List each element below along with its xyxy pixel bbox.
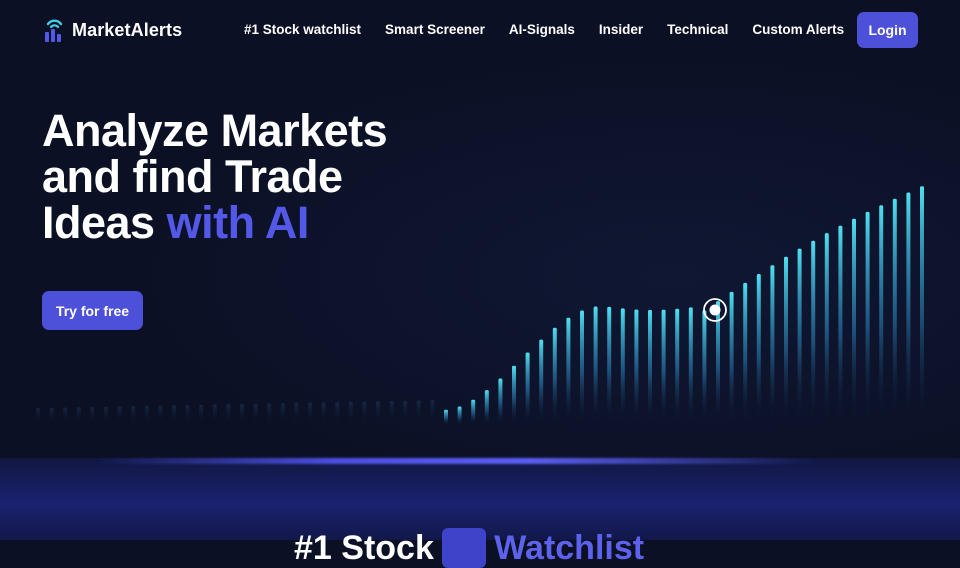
chart-bar	[253, 403, 258, 425]
chart-bar	[49, 407, 54, 425]
chart-bar	[199, 404, 204, 425]
brand-logo[interactable]: MarketAlerts	[44, 17, 182, 43]
chart-bar	[552, 327, 557, 425]
chart-bar	[90, 407, 95, 425]
nav-item-ai-signals[interactable]: AI-Signals	[509, 22, 575, 37]
chart-bar	[457, 406, 462, 425]
chart-bar	[172, 405, 176, 425]
chart-bar	[185, 405, 190, 425]
chart-bar	[661, 309, 666, 425]
login-button[interactable]: Login	[857, 12, 918, 48]
chart-bar	[620, 308, 625, 425]
chart-bar	[403, 400, 408, 425]
section-heading-part-1: #1 Stock	[294, 529, 434, 567]
chart-bar	[76, 407, 81, 425]
nav-item-custom-alerts[interactable]: Custom Alerts	[752, 22, 844, 37]
chart-bar	[770, 265, 775, 425]
chart-bar	[267, 403, 272, 425]
nav-item-smart-screener[interactable]: Smart Screener	[385, 22, 485, 37]
chart-bar	[348, 401, 353, 425]
signal-chart-icon	[44, 17, 64, 43]
chart-bar	[376, 401, 380, 425]
chart-bar	[362, 401, 367, 425]
chart-bar	[702, 310, 707, 425]
chart-bar	[892, 198, 897, 425]
chart-bar	[852, 218, 856, 425]
chart-bar	[389, 401, 394, 425]
chart-bar	[416, 400, 421, 425]
chart-bar	[321, 402, 326, 425]
chart-bar	[117, 406, 122, 425]
chart-bar	[824, 233, 829, 425]
chart-bar	[865, 211, 870, 425]
chart-bar	[811, 240, 816, 425]
chart-bar	[36, 408, 40, 425]
chart-bar	[131, 406, 136, 425]
headline-line-1: Analyze Markets	[42, 105, 388, 156]
chart-bar	[879, 205, 884, 425]
chart-bar	[444, 409, 448, 425]
chart-bar	[566, 317, 571, 425]
chart-marker	[703, 298, 727, 322]
section-heading: #1 Stock...Watchlist	[294, 528, 644, 568]
chart-bar	[335, 402, 340, 425]
chart-bar	[525, 352, 530, 425]
chart-bar	[512, 365, 516, 425]
nav-item-stock-watchlist[interactable]: #1 Stock watchlist	[244, 22, 361, 37]
chart-bar	[920, 186, 924, 425]
chart-bar	[756, 274, 761, 425]
chart-bar	[743, 282, 748, 425]
chart-bar	[797, 248, 802, 425]
chart-bar	[838, 225, 843, 425]
chart-bar	[648, 310, 652, 425]
chart-bar	[539, 339, 544, 425]
chart-bar	[471, 399, 476, 425]
brand-name: MarketAlerts	[72, 19, 183, 40]
chart-bar	[280, 403, 285, 425]
chart-bar	[430, 400, 435, 425]
hero-bar-chart	[36, 186, 924, 425]
chart-bar	[784, 256, 788, 425]
chart-bar	[144, 405, 149, 425]
chart-bar	[63, 407, 68, 425]
chart-bar	[634, 309, 639, 425]
nav-item-insider[interactable]: Insider	[599, 22, 643, 37]
chart-bar	[308, 402, 312, 425]
nav-item-technical[interactable]: Technical	[667, 22, 728, 37]
top-nav: MarketAlerts #1 Stock watchlist Smart Sc…	[0, 0, 960, 60]
chart-bar	[240, 404, 244, 425]
chart-bar	[675, 308, 680, 425]
chart-bar	[158, 405, 163, 425]
section-heading-part-3: Watchlist	[494, 529, 645, 567]
chart-bar	[688, 307, 693, 425]
chart-bar	[212, 404, 217, 425]
chart-bar	[226, 404, 231, 425]
nav-links: #1 Stock watchlist Smart Screener AI-Sig…	[244, 22, 868, 37]
chart-bar	[498, 378, 503, 425]
chart-bar	[484, 390, 489, 425]
chart-bar	[607, 306, 612, 425]
section-heading-badge: ...	[441, 528, 487, 568]
chart-bar	[104, 406, 108, 425]
chart-bar	[729, 291, 734, 425]
chart-bar	[294, 402, 299, 425]
section-glow-divider	[0, 458, 960, 464]
chart-bar	[593, 306, 598, 425]
chart-bar	[580, 310, 584, 425]
chart-bar	[906, 192, 911, 425]
